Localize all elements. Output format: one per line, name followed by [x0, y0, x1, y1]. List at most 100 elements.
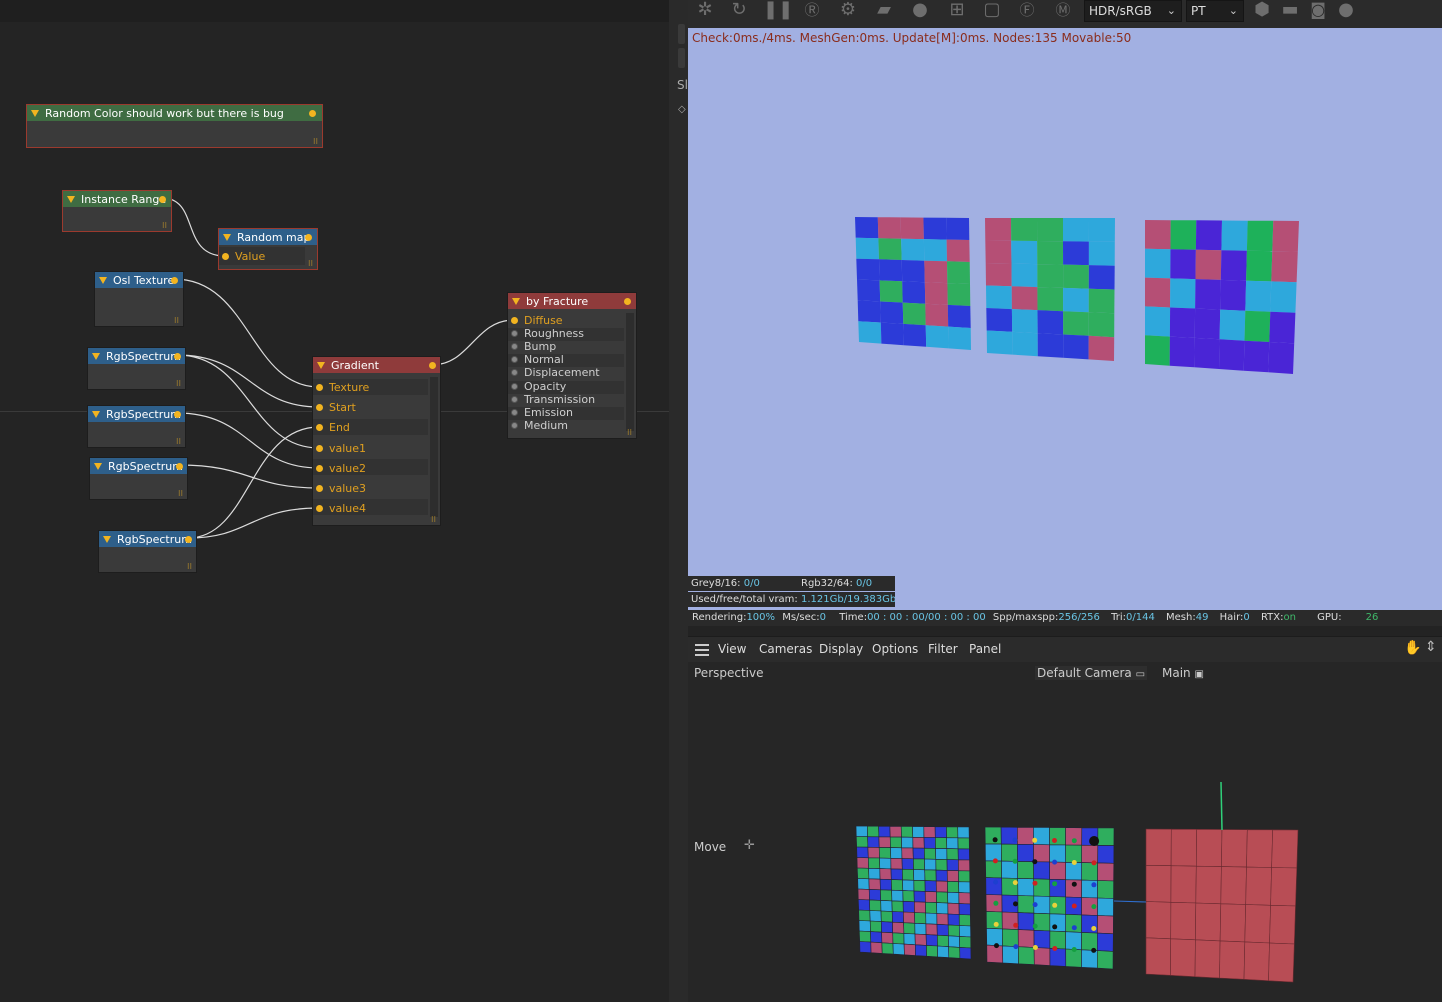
gradient-port-value1[interactable]: value1: [313, 438, 366, 458]
gradient-port-value3[interactable]: value3: [313, 478, 366, 498]
resize-grip-icon[interactable]: [162, 222, 169, 229]
gradient-node[interactable]: Gradient Texture Start End value1 value2…: [312, 356, 441, 526]
osl-texture-node[interactable]: Osl Texture: [94, 271, 184, 327]
output-port-dot[interactable]: [624, 298, 631, 305]
resize-grip-icon[interactable]: [627, 429, 634, 436]
rgb-spectrum-header[interactable]: RgbSpectrum: [88, 406, 185, 422]
rgb-spectrum-node-3[interactable]: RgbSpectrum: [89, 457, 188, 500]
hand-icon[interactable]: ✋: [1404, 640, 1421, 656]
output-port-dot[interactable]: [305, 234, 312, 241]
resize-grip-icon[interactable]: [174, 317, 181, 324]
output-port-dot[interactable]: [429, 362, 436, 369]
resize-grip-icon[interactable]: [178, 490, 185, 497]
collapse-triangle-icon[interactable]: [94, 462, 102, 470]
resize-grip-icon[interactable]: [176, 380, 183, 387]
m-pin-icon[interactable]: Ⓜ: [1051, 0, 1075, 22]
hamburger-menu-icon[interactable]: [695, 644, 709, 656]
gear-icon[interactable]: ⚙: [836, 0, 860, 22]
collapse-triangle-icon[interactable]: [317, 361, 325, 369]
material-node[interactable]: by Fracture Diffuse Roughness Bump Norma…: [507, 292, 637, 439]
input-port-dot[interactable]: [316, 383, 323, 391]
lock-icon[interactable]: ▰: [872, 0, 896, 22]
material-port-medium[interactable]: Medium: [508, 416, 568, 435]
pause-icon[interactable]: ❚❚: [763, 0, 793, 22]
collapse-triangle-icon[interactable]: [67, 195, 75, 203]
osl-texture-header[interactable]: Osl Texture: [95, 272, 183, 288]
pin-icon[interactable]: ⇕: [1425, 639, 1437, 655]
menu-cameras[interactable]: Cameras: [759, 642, 812, 656]
input-port-dot[interactable]: [511, 396, 518, 403]
output-port-dot[interactable]: [185, 536, 192, 543]
kernel-select[interactable]: PT ⌄: [1186, 0, 1244, 22]
input-port-dot[interactable]: [316, 423, 323, 431]
colorspace-select[interactable]: HDR/sRGB ⌄: [1084, 0, 1182, 22]
rgb-spectrum-header[interactable]: RgbSpectrum: [88, 348, 185, 364]
3d-viewport[interactable]: Perspective Default Camera ▭ Main ▣ Move…: [688, 662, 1442, 1002]
menu-display[interactable]: Display: [819, 642, 863, 656]
resize-grip-icon[interactable]: [187, 563, 194, 570]
input-port-dot[interactable]: [316, 504, 323, 512]
input-port-dot[interactable]: [511, 422, 518, 429]
panel-splitter[interactable]: Sl ◇: [669, 0, 688, 1002]
input-port-dot[interactable]: [511, 330, 518, 337]
resize-grip-icon[interactable]: [308, 260, 315, 267]
gradient-scrollbar[interactable]: [430, 377, 438, 517]
diamond-icon[interactable]: ◇: [678, 104, 686, 115]
rgb-spectrum-node-4[interactable]: RgbSpectrum: [98, 530, 197, 573]
collapse-triangle-icon[interactable]: [223, 233, 231, 241]
menu-options[interactable]: Options: [872, 642, 918, 656]
hexagon-icon[interactable]: ⬢: [1250, 0, 1274, 22]
input-port-dot[interactable]: [511, 356, 518, 363]
input-port-dot[interactable]: [316, 484, 323, 492]
collapsed-tab[interactable]: [678, 24, 685, 44]
rgb-spectrum-header[interactable]: RgbSpectrum: [90, 458, 187, 474]
camera-icon[interactable]: ◙: [1306, 0, 1330, 22]
resize-grip-icon[interactable]: [176, 438, 183, 445]
resize-grip-icon[interactable]: [431, 516, 438, 523]
menu-filter[interactable]: Filter: [928, 642, 958, 656]
random-map-node[interactable]: Random map Value: [218, 228, 318, 270]
input-port-dot[interactable]: [316, 403, 323, 411]
random-map-value-port[interactable]: Value: [219, 246, 265, 266]
region-icon[interactable]: ▢: [980, 0, 1004, 22]
node-editor[interactable]: Random Color should work but there is bu…: [0, 0, 669, 1002]
collapse-triangle-icon[interactable]: [512, 297, 520, 305]
refresh-icon[interactable]: ↻: [727, 0, 751, 22]
input-port-dot[interactable]: [316, 444, 323, 452]
rect-icon[interactable]: ▬: [1278, 0, 1302, 22]
f-pin-icon[interactable]: Ⓕ: [1015, 0, 1039, 22]
input-port-dot[interactable]: [511, 317, 518, 324]
output-port-dot[interactable]: [176, 463, 183, 470]
output-port-dot[interactable]: [159, 196, 166, 203]
input-port-dot[interactable]: [511, 409, 518, 416]
output-port-dot[interactable]: [309, 110, 316, 117]
gradient-port-texture[interactable]: Texture: [313, 377, 369, 397]
collapse-triangle-icon[interactable]: [31, 109, 39, 117]
input-port-dot[interactable]: [511, 383, 518, 390]
comment-node-header[interactable]: Random Color should work but there is bu…: [27, 105, 322, 121]
output-port-dot[interactable]: [174, 353, 181, 360]
rgb-spectrum-node-2[interactable]: RgbSpectrum: [87, 405, 186, 448]
add-region-icon[interactable]: ⊞: [945, 0, 969, 22]
comment-node[interactable]: Random Color should work but there is bu…: [26, 104, 323, 148]
input-port-dot[interactable]: [222, 252, 229, 260]
instance-range-header[interactable]: Instance Range: [63, 191, 171, 207]
material-scrollbar[interactable]: [626, 313, 634, 431]
gradient-port-value2[interactable]: value2: [313, 458, 366, 478]
collapse-triangle-icon[interactable]: [92, 352, 100, 360]
gradient-port-value4[interactable]: value4: [313, 498, 366, 518]
output-port-dot[interactable]: [174, 411, 181, 418]
input-port-dot[interactable]: [511, 369, 518, 376]
gradient-header[interactable]: Gradient: [313, 357, 440, 373]
menu-view[interactable]: View: [718, 642, 746, 656]
rgb-spectrum-header[interactable]: RgbSpectrum: [99, 531, 196, 547]
input-port-dot[interactable]: [316, 464, 323, 472]
instance-range-node[interactable]: Instance Range: [62, 190, 172, 232]
material-header[interactable]: by Fracture: [508, 293, 636, 309]
gradient-port-start[interactable]: Start: [313, 397, 356, 417]
random-map-header[interactable]: Random map: [219, 229, 317, 245]
collapsed-tab[interactable]: [678, 48, 685, 68]
collapse-triangle-icon[interactable]: [92, 410, 100, 418]
r-icon[interactable]: Ⓡ: [800, 0, 824, 22]
input-port-dot[interactable]: [511, 343, 518, 350]
